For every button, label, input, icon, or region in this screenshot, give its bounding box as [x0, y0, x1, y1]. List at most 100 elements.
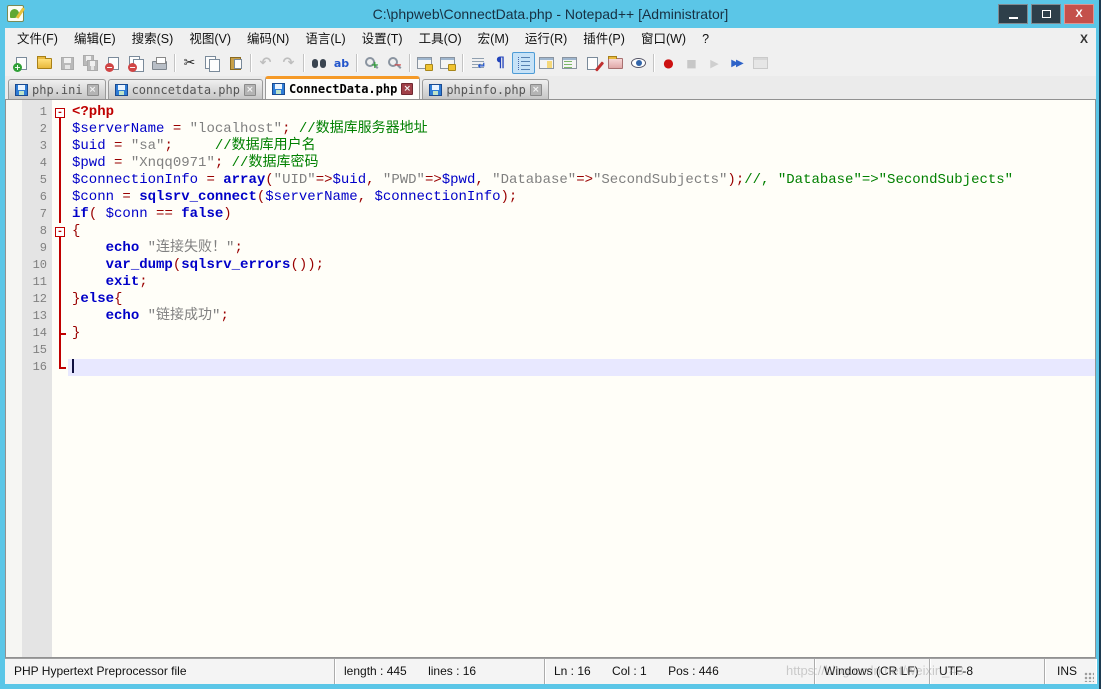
code-area[interactable]: <?php$serverName = "localhost"; //数据库服务器… [68, 100, 1095, 657]
folder-as-workspace-button[interactable] [604, 52, 627, 74]
menu-item-plugins[interactable]: 插件(P) [575, 28, 633, 50]
zoom-out-button[interactable]: − [383, 52, 406, 74]
doc-map-button[interactable] [535, 52, 558, 74]
code-line-7[interactable]: if( $conn == false) [68, 206, 1095, 223]
status-insert-mode[interactable]: INS [1045, 659, 1096, 684]
macro-play-button[interactable]: ▶ [703, 52, 726, 74]
code-line-3[interactable]: $uid = "sa"; //数据库用户名 [68, 138, 1095, 155]
tab-close-icon[interactable]: × [244, 84, 256, 96]
show-indent-guide-button[interactable] [512, 52, 535, 74]
fold-margin[interactable]: -- [52, 100, 68, 657]
print-button[interactable] [148, 52, 171, 74]
fold-guide [52, 206, 68, 223]
maximize-icon [1042, 10, 1051, 18]
menu-item-language[interactable]: 语言(L) [297, 28, 353, 50]
code-line-10[interactable]: var_dump(sqlsrv_errors()); [68, 257, 1095, 274]
code-line-12[interactable]: }else{ [68, 291, 1095, 308]
code-line-5[interactable]: $connectionInfo = array("UID"=>$uid, "PW… [68, 172, 1095, 189]
tab-conncetdata.php[interactable]: conncetdata.php× [108, 79, 263, 99]
menu-item-edit[interactable]: 编辑(E) [66, 28, 124, 50]
function-list-button[interactable] [558, 52, 581, 74]
zoom-out-icon: − [388, 57, 402, 70]
code-line-4[interactable]: $pwd = "Xnqq0971"; //数据库密码 [68, 155, 1095, 172]
find-button[interactable] [307, 52, 330, 74]
menu-item-macro[interactable]: 宏(M) [470, 28, 517, 50]
code-line-6[interactable]: $conn = sqlsrv_connect($serverName, $con… [68, 189, 1095, 206]
macro-run-multiple-icon: ▶▶ [731, 58, 743, 69]
copy-button[interactable] [201, 52, 224, 74]
macro-play-icon: ▶ [710, 57, 718, 70]
status-col: Col : 1 [612, 664, 647, 678]
redo-button[interactable]: ↷ [277, 52, 300, 74]
code-editor[interactable]: 12345678910111213141516 -- <?php$serverN… [5, 99, 1096, 658]
code-line-11[interactable]: exit; [68, 274, 1095, 291]
zoom-in-button[interactable]: + [360, 52, 383, 74]
replace-button[interactable]: ab [330, 52, 353, 74]
undo-button[interactable]: ↶ [254, 52, 277, 74]
doc-map-icon [539, 57, 554, 69]
minimize-button[interactable] [998, 4, 1028, 24]
macro-run-multiple-button[interactable]: ▶▶ [726, 52, 749, 74]
tab-close-icon[interactable]: × [401, 83, 413, 95]
saved-floppy-icon [429, 84, 442, 96]
toolbar-separator [174, 54, 175, 72]
tab-phpinfo.php[interactable]: phpinfo.php× [422, 79, 548, 99]
fold-guide [52, 325, 68, 342]
code-line-16[interactable] [68, 359, 1095, 376]
close-all-button[interactable]: − [125, 52, 148, 74]
menu-item-help[interactable]: ? [694, 28, 717, 50]
code-line-8[interactable]: { [68, 223, 1095, 240]
saved-floppy-icon [272, 83, 285, 95]
menu-item-run[interactable]: 运行(R) [517, 28, 575, 50]
menu-item-encoding[interactable]: 编码(N) [239, 28, 297, 50]
cut-button[interactable]: ✂ [178, 52, 201, 74]
fold-guide [52, 138, 68, 155]
paste-button[interactable] [224, 52, 247, 74]
menu-item-view[interactable]: 视图(V) [181, 28, 239, 50]
tab-close-icon[interactable]: × [87, 84, 99, 96]
line-number: 6 [22, 189, 52, 206]
fold-collapse-icon[interactable]: - [52, 104, 68, 121]
status-lines: lines : 16 [428, 664, 476, 678]
tab-label: php.ini [32, 83, 83, 97]
close-button[interactable]: X [1064, 4, 1094, 24]
edit-page-button[interactable] [581, 52, 604, 74]
menu-item-search[interactable]: 搜索(S) [124, 28, 182, 50]
word-wrap-button[interactable]: ↵ [466, 52, 489, 74]
tab-php.ini[interactable]: php.ini × [8, 79, 106, 99]
code-line-15[interactable] [68, 342, 1095, 359]
sync-horizontal-scroll-button[interactable] [436, 52, 459, 74]
monitoring-eye-button[interactable] [627, 52, 650, 74]
code-line-2[interactable]: $serverName = "localhost"; //数据库服务器地址 [68, 121, 1095, 138]
close-icon: X [1075, 8, 1082, 20]
bookmark-margin[interactable] [6, 100, 22, 657]
tab-connectdata.php[interactable]: ConnectData.php× [265, 76, 420, 99]
macro-stop-button[interactable]: ■ [680, 52, 703, 74]
menu-item-file[interactable]: 文件(F) [9, 28, 66, 50]
save-button[interactable] [56, 52, 79, 74]
show-all-characters-button[interactable]: ¶ [489, 52, 512, 74]
open-file-button[interactable] [33, 52, 56, 74]
macro-record-button[interactable]: ● [657, 52, 680, 74]
status-eol-format[interactable]: Windows (CR LF) [815, 659, 930, 684]
code-line-9[interactable]: echo "连接失败！"; [68, 240, 1095, 257]
undo-icon: ↶ [260, 55, 272, 71]
code-line-14[interactable]: } [68, 325, 1095, 342]
save-all-button[interactable] [79, 52, 102, 74]
toolbar-separator [356, 54, 357, 72]
menubar-close-icon[interactable]: X [1080, 28, 1088, 50]
sync-vertical-scroll-button[interactable] [413, 52, 436, 74]
resize-grip-icon[interactable] [1084, 672, 1094, 682]
code-line-13[interactable]: echo "链接成功"; [68, 308, 1095, 325]
close-file-button[interactable]: − [102, 52, 125, 74]
menu-item-tools[interactable]: 工具(O) [411, 28, 470, 50]
macro-save-button[interactable] [749, 52, 772, 74]
status-encoding[interactable]: UTF-8 [930, 659, 1045, 684]
tab-close-icon[interactable]: × [530, 84, 542, 96]
code-line-1[interactable]: <?php [68, 104, 1095, 121]
maximize-button[interactable] [1031, 4, 1061, 24]
new-file-button[interactable]: + [10, 52, 33, 74]
menu-item-settings[interactable]: 设置(T) [354, 28, 411, 50]
menu-item-window[interactable]: 窗口(W) [633, 28, 694, 50]
fold-collapse-icon[interactable]: - [52, 223, 68, 240]
